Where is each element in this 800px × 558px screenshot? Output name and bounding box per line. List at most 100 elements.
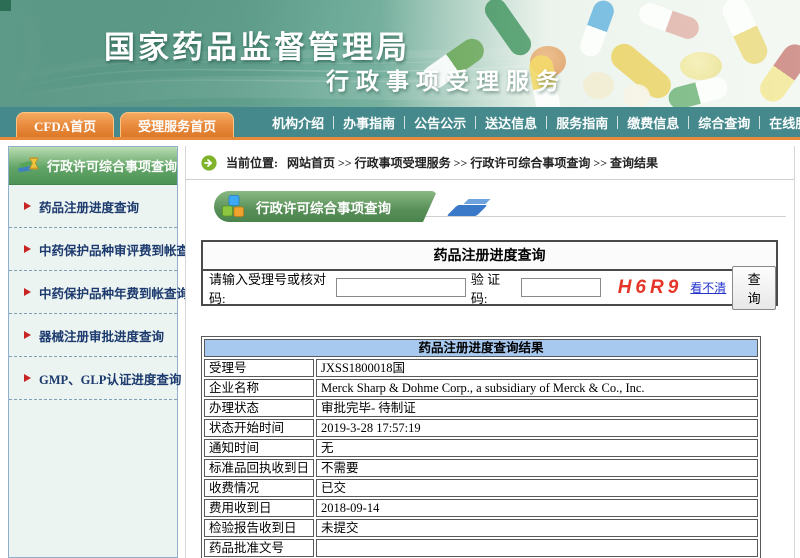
row-label: 企业名称 [204, 379, 314, 397]
row-label: 药品批准文号 [204, 539, 314, 557]
row-label: 费用收到日 [204, 499, 314, 517]
banner-title: 行政许可综合事项查询 [256, 197, 391, 217]
row-label: 检验报告收到日 [204, 519, 314, 537]
row-label: 受理号 [204, 359, 314, 377]
banner-pill: 行政许可综合事项查询 [214, 191, 437, 222]
breadcrumb-label: 当前位置: [226, 154, 278, 171]
sidebar-item-label: 中药保护品种审评费到帐查询 [39, 240, 202, 259]
section-banner: 行政许可综合事项查询 [214, 191, 794, 222]
results-table: 药品注册进度查询结果 受理号 JXSS1800018国 企业名称 Merck S… [201, 336, 761, 558]
sidebar-item-label: 器械注册审批进度查询 [39, 326, 164, 345]
tab-service-home-label: 受理服务首页 [138, 116, 216, 135]
table-row: 检验报告收到日 未提交 [204, 519, 758, 537]
site-title: 国家药品监督管理局 [104, 22, 410, 67]
menu-item-service-guide[interactable]: 服务指南 [556, 113, 608, 132]
captcha-code-image: H6R9 [618, 277, 683, 299]
sidebar-item-label: GMP、GLP认证进度查询 [39, 369, 181, 388]
main-panel: 当前位置: 网站首页 >> 行政事项受理服务 >> 行政许可综合事项查询 >> … [185, 146, 795, 558]
query-form-title: 药品注册进度查询 [203, 242, 776, 271]
query-submit-button[interactable]: 查询 [732, 266, 776, 310]
query-form-row: 请输入受理号或核对码: 验 证 码: H6R9 看不清 查询 [203, 271, 776, 304]
menu-item-comprehensive-query[interactable]: 综合查询 [698, 113, 750, 132]
banner-swoosh [447, 205, 488, 216]
red-arrow-icon [24, 374, 31, 382]
results-header-row: 药品注册进度查询结果 [204, 339, 758, 357]
table-row: 费用收到日 2018-09-14 [204, 499, 758, 517]
row-value: 2018-09-14 [316, 499, 758, 517]
sidebar-item-tcm-review-fee-query[interactable]: 中药保护品种审评费到帐查询 [9, 228, 177, 271]
cubes-icon [221, 194, 246, 219]
row-label: 通知时间 [204, 439, 314, 457]
results-title: 药品注册进度查询结果 [204, 339, 758, 357]
query-form: 药品注册进度查询 请输入受理号或核对码: 验 证 码: H6R9 看不清 查询 [201, 240, 778, 306]
table-row: 办理状态 审批完毕- 待制证 [204, 399, 758, 417]
captcha-input[interactable] [521, 278, 601, 297]
menu-item-delivery-info[interactable]: 送达信息 [485, 113, 537, 132]
row-value: JXSS1800018国 [316, 359, 758, 377]
sidebar-item-label: 药品注册进度查询 [39, 197, 139, 216]
breadcrumb: 当前位置: 网站首页 >> 行政事项受理服务 >> 行政许可综合事项查询 >> … [186, 146, 794, 180]
sidebar-item-tcm-annual-fee-query[interactable]: 中药保护品种年费到帐查询 [9, 271, 177, 314]
sidebar-item-drug-registration-query[interactable]: 药品注册进度查询 [9, 185, 177, 228]
site-header: 国家药品监督管理局 行政事项受理服务 [0, 0, 800, 107]
menu-separator [333, 116, 334, 129]
table-row: 受理号 JXSS1800018国 [204, 359, 758, 377]
table-row: 通知时间 无 [204, 439, 758, 457]
menu-separator [546, 116, 547, 129]
sidebar-title: 行政许可综合事项查询 [47, 156, 177, 175]
red-arrow-icon [24, 202, 31, 210]
nav-tabs: CFDA首页 受理服务首页 [16, 112, 234, 137]
row-label: 标准品回执收到日 [204, 459, 314, 477]
red-arrow-icon [24, 288, 31, 296]
row-label: 状态开始时间 [204, 419, 314, 437]
red-arrow-icon [24, 331, 31, 339]
nav-menu: 机构介绍 办事指南 公告公示 送达信息 服务指南 缴费信息 综合查询 在线服务 … [272, 107, 800, 137]
table-row: 标准品回执收到日 不需要 [204, 459, 758, 477]
row-label: 收费情况 [204, 479, 314, 497]
banner-swoosh-highlight [464, 199, 491, 204]
table-row: 状态开始时间 2019-3-28 17:57:19 [204, 419, 758, 437]
sidebar-item-gmp-glp-query[interactable]: GMP、GLP认证进度查询 [9, 357, 177, 400]
menu-separator [404, 116, 405, 129]
menu-item-payment-info[interactable]: 缴费信息 [627, 113, 679, 132]
tab-service-home[interactable]: 受理服务首页 [120, 112, 234, 137]
menu-separator [759, 116, 760, 129]
page-content: 行政许可综合事项查询 药品注册进度查询 中药保护品种审评费到帐查询 中药保护品种… [0, 140, 800, 558]
menu-item-guide[interactable]: 办事指南 [343, 113, 395, 132]
row-label: 办理状态 [204, 399, 314, 417]
arrow-circle-icon [201, 155, 217, 171]
row-value: 不需要 [316, 459, 758, 477]
row-value: 无 [316, 439, 758, 457]
menu-separator [475, 116, 476, 129]
menu-item-announcements[interactable]: 公告公示 [414, 113, 466, 132]
acceptance-number-label: 请输入受理号或核对码: [209, 269, 331, 307]
table-row: 药品批准文号 [204, 539, 758, 557]
acceptance-number-input[interactable] [336, 278, 466, 297]
top-nav: CFDA首页 受理服务首页 机构介绍 办事指南 公告公示 送达信息 服务指南 缴… [0, 107, 800, 137]
corner-square [0, 0, 11, 11]
menu-item-org-intro[interactable]: 机构介绍 [272, 113, 324, 132]
table-row: 收费情况 已交 [204, 479, 758, 497]
row-value: 未提交 [316, 519, 758, 537]
sidebar: 行政许可综合事项查询 药品注册进度查询 中药保护品种审评费到帐查询 中药保护品种… [8, 146, 178, 558]
breadcrumb-path[interactable]: 网站首页 >> 行政事项受理服务 >> 行政许可综合事项查询 >> 查询结果 [287, 154, 658, 171]
red-arrow-icon [24, 245, 31, 253]
captcha-refresh-link[interactable]: 看不清 [690, 279, 726, 296]
row-value: 审批完毕- 待制证 [316, 399, 758, 417]
tab-cfda-home[interactable]: CFDA首页 [16, 112, 114, 137]
row-value: 2019-3-28 17:57:19 [316, 419, 758, 437]
menu-separator [617, 116, 618, 129]
table-row: 企业名称 Merck Sharp & Dohme Corp., a subsid… [204, 379, 758, 397]
row-value: Merck Sharp & Dohme Corp., a subsidiary … [316, 379, 758, 397]
hourglass-books-icon [18, 154, 40, 177]
tab-cfda-home-label: CFDA首页 [34, 116, 96, 135]
row-value: 已交 [316, 479, 758, 497]
sidebar-item-label: 中药保护品种年费到帐查询 [39, 283, 189, 302]
sidebar-item-device-approval-query[interactable]: 器械注册审批进度查询 [9, 314, 177, 357]
sidebar-filler [9, 400, 177, 557]
row-value [316, 539, 758, 557]
site-subtitle: 行政事项受理服务 [326, 62, 566, 96]
menu-item-online-service[interactable]: 在线服务 [769, 113, 800, 132]
captcha-label: 验 证 码: [471, 269, 516, 307]
sidebar-header: 行政许可综合事项查询 [9, 147, 177, 185]
